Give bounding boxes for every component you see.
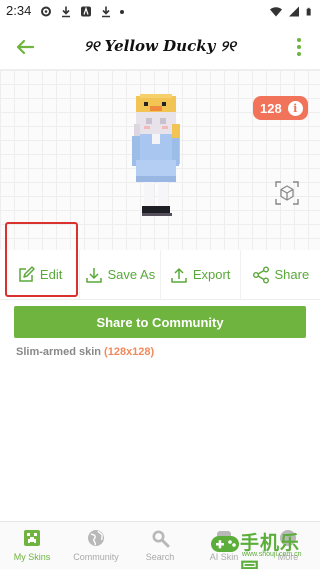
globe-icon [88, 530, 104, 546]
share-icon [252, 266, 269, 283]
nav-label: Community [73, 552, 119, 562]
gear-icon [41, 6, 51, 17]
share-label: Share [274, 267, 310, 282]
badge-count: 128 [260, 100, 282, 116]
battery-icon [306, 7, 311, 16]
nav-more[interactable]: More [256, 522, 320, 569]
skin-dimensions: (128x128) [104, 346, 155, 358]
bottom-nav: My Skins Community Search AI Skin More [0, 521, 320, 569]
download-icon [85, 267, 102, 283]
info-icon: i [287, 100, 303, 116]
search-icon [152, 530, 170, 548]
edit-highlight-box [5, 222, 78, 297]
app-notification-icon [81, 6, 91, 17]
save-as-label: Save As [107, 267, 156, 282]
save-as-button[interactable]: Save As [80, 250, 161, 299]
more-vertical-icon[interactable] [296, 37, 302, 57]
nav-label: More [277, 552, 299, 562]
nav-community[interactable]: Community [64, 522, 128, 569]
nav-label: AI Skin [209, 552, 239, 562]
creeper-icon [24, 530, 40, 546]
nav-label: Search [145, 552, 175, 562]
back-arrow-icon[interactable] [14, 36, 36, 58]
nav-label: My Skins [13, 552, 51, 562]
export-button[interactable]: Export [161, 250, 241, 299]
nav-my-skins[interactable]: My Skins [0, 522, 64, 569]
skin-type: Slim-armed skin [16, 346, 101, 358]
count-badge[interactable]: 128 i [253, 96, 308, 120]
skin-info: Slim-armed skin (128x128) [16, 346, 154, 358]
cube-3d-icon[interactable] [274, 180, 300, 206]
share-to-community-button[interactable]: Share to Community [14, 306, 306, 338]
app-bar: ୨୧ Yellow Ducky ୨୧ [0, 24, 320, 70]
export-label: Export [192, 267, 231, 282]
nav-search[interactable]: Search [128, 522, 192, 569]
dot-icon [120, 10, 124, 14]
share-button[interactable]: Share [241, 250, 320, 299]
download-icon [62, 6, 70, 18]
more-icon [280, 530, 296, 546]
status-time: 2:34 [6, 3, 32, 18]
skin-model[interactable] [128, 94, 188, 234]
status-bar: 2:34 [0, 0, 320, 24]
signal-icon [289, 6, 299, 17]
ai-icon [217, 531, 231, 545]
skin-title: ୨୧ Yellow Ducky ୨୧ [84, 37, 236, 55]
download-icon [102, 6, 110, 18]
nav-ai-skin[interactable]: AI Skin [192, 522, 256, 569]
upload-icon [171, 267, 187, 283]
wifi-icon [270, 7, 282, 17]
